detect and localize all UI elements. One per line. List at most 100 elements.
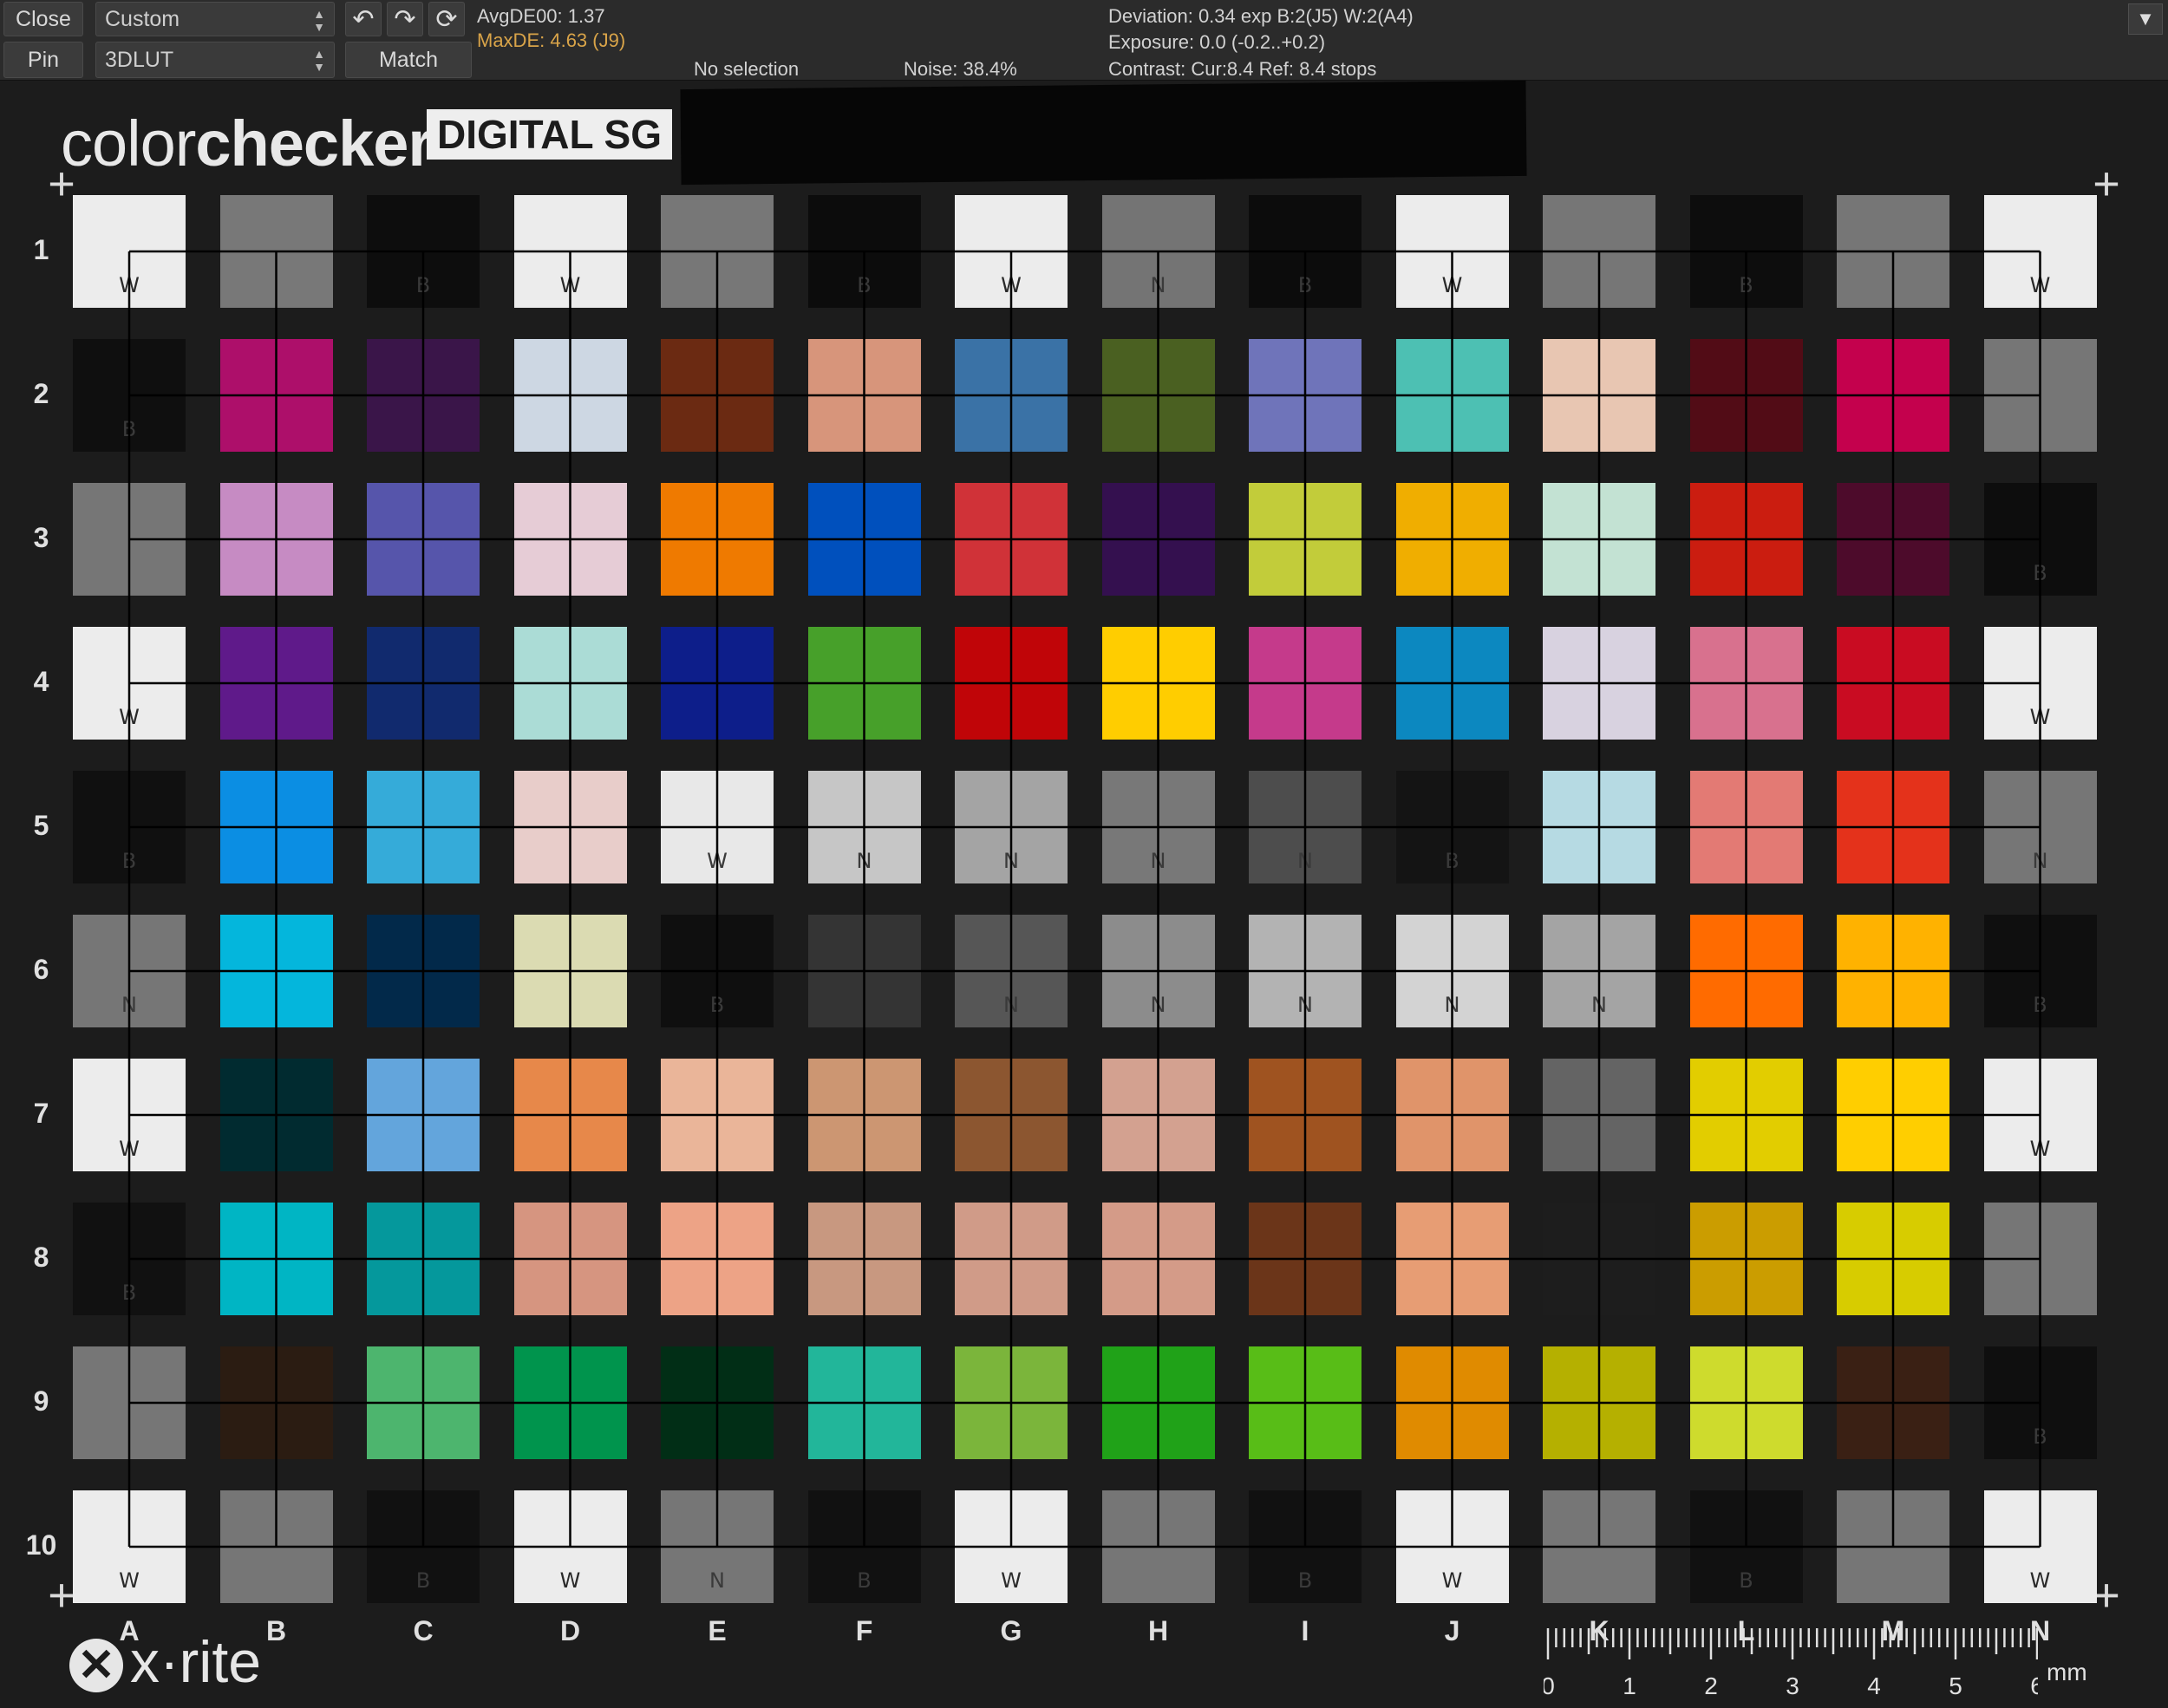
- color-patch-C9[interactable]: [367, 1346, 480, 1459]
- color-patch-E4[interactable]: [661, 627, 774, 740]
- color-patch-F7[interactable]: [807, 1059, 921, 1171]
- color-patch-L7[interactable]: [1689, 1059, 1803, 1171]
- color-patch-D9[interactable]: [513, 1346, 627, 1459]
- color-patch-J3[interactable]: [1395, 483, 1509, 596]
- dropdown-menu-icon[interactable]: ▼: [2128, 3, 2163, 35]
- color-patch-G6[interactable]: N: [955, 915, 1068, 1027]
- color-patch-A4[interactable]: W: [73, 627, 186, 740]
- color-patch-F1[interactable]: B: [807, 195, 921, 308]
- color-patch-J5[interactable]: B: [1395, 771, 1509, 883]
- color-patch-G9[interactable]: [955, 1346, 1068, 1459]
- color-patch-K2[interactable]: [1543, 339, 1655, 452]
- color-patch-J10[interactable]: W: [1395, 1490, 1509, 1603]
- color-patch-J6[interactable]: N: [1395, 915, 1509, 1027]
- color-patch-L8[interactable]: [1689, 1203, 1803, 1315]
- color-patch-J4[interactable]: [1395, 627, 1509, 740]
- color-patch-I7[interactable]: [1249, 1059, 1362, 1171]
- color-patch-I10[interactable]: B: [1249, 1490, 1362, 1603]
- close-button[interactable]: Close: [3, 2, 83, 36]
- color-patch-N3[interactable]: B: [1983, 483, 2097, 596]
- color-patch-H3[interactable]: [1101, 483, 1215, 596]
- color-patch-K1[interactable]: [1543, 195, 1655, 308]
- color-patch-I2[interactable]: [1249, 339, 1362, 452]
- color-patch-H6[interactable]: N: [1101, 915, 1215, 1027]
- color-patch-B7[interactable]: [219, 1059, 333, 1171]
- color-patch-J7[interactable]: [1395, 1059, 1509, 1171]
- color-patch-B5[interactable]: [219, 771, 333, 883]
- color-patch-B2[interactable]: [219, 339, 333, 452]
- color-patch-N7[interactable]: W: [1983, 1059, 2097, 1171]
- color-patch-A1[interactable]: W: [73, 195, 186, 308]
- color-patch-G2[interactable]: [955, 339, 1068, 452]
- color-patch-F9[interactable]: [807, 1346, 921, 1459]
- color-patch-G4[interactable]: [955, 627, 1068, 740]
- color-patch-D1[interactable]: W: [513, 195, 627, 308]
- color-patch-H2[interactable]: [1101, 339, 1215, 452]
- color-patch-K10[interactable]: [1543, 1490, 1655, 1603]
- color-patch-E2[interactable]: [661, 339, 774, 452]
- color-patch-D8[interactable]: [513, 1203, 627, 1315]
- color-patch-H7[interactable]: [1101, 1059, 1215, 1171]
- color-patch-M7[interactable]: [1837, 1059, 1949, 1171]
- color-patch-C8[interactable]: [367, 1203, 480, 1315]
- color-patch-F10[interactable]: B: [807, 1490, 921, 1603]
- color-patch-M5[interactable]: [1837, 771, 1949, 883]
- color-patch-M3[interactable]: [1837, 483, 1949, 596]
- color-patch-H8[interactable]: [1101, 1203, 1215, 1315]
- color-patch-E7[interactable]: [661, 1059, 774, 1171]
- color-patch-G10[interactable]: W: [955, 1490, 1068, 1603]
- color-patch-J8[interactable]: [1395, 1203, 1509, 1315]
- color-patch-E3[interactable]: [661, 483, 774, 596]
- color-patch-F5[interactable]: N: [807, 771, 921, 883]
- color-patch-E9[interactable]: [661, 1346, 774, 1459]
- color-patch-G7[interactable]: [955, 1059, 1068, 1171]
- color-patch-D2[interactable]: [513, 339, 627, 452]
- color-patch-I5[interactable]: N: [1249, 771, 1362, 883]
- pin-button[interactable]: Pin: [3, 42, 83, 78]
- color-patch-B4[interactable]: [219, 627, 333, 740]
- color-patch-A7[interactable]: W: [73, 1059, 186, 1171]
- color-patch-K5[interactable]: [1543, 771, 1655, 883]
- color-patch-N5[interactable]: N: [1983, 771, 2097, 883]
- profile-select[interactable]: Custom ▲ ▼: [95, 2, 335, 36]
- color-patch-N1[interactable]: W: [1983, 195, 2097, 308]
- color-patch-N4[interactable]: W: [1983, 627, 2097, 740]
- match-button[interactable]: Match: [345, 42, 472, 78]
- color-patch-F6[interactable]: [807, 915, 921, 1027]
- color-patch-A2[interactable]: B: [73, 339, 186, 452]
- color-patch-L5[interactable]: [1689, 771, 1803, 883]
- color-patch-E1[interactable]: [661, 195, 774, 308]
- color-patch-K7[interactable]: [1543, 1059, 1655, 1171]
- color-patch-J9[interactable]: [1395, 1346, 1509, 1459]
- color-patch-K9[interactable]: [1543, 1346, 1655, 1459]
- color-patch-L1[interactable]: B: [1689, 195, 1803, 308]
- color-patch-D4[interactable]: [513, 627, 627, 740]
- color-patch-D5[interactable]: [513, 771, 627, 883]
- color-patch-C4[interactable]: [367, 627, 480, 740]
- refresh-icon[interactable]: ⟳: [428, 2, 465, 36]
- color-patch-C5[interactable]: [367, 771, 480, 883]
- color-patch-B9[interactable]: [219, 1346, 333, 1459]
- color-patch-L10[interactable]: B: [1689, 1490, 1803, 1603]
- color-patch-M6[interactable]: [1837, 915, 1949, 1027]
- color-patch-F4[interactable]: [807, 627, 921, 740]
- color-patch-E10[interactable]: N: [661, 1490, 774, 1603]
- color-patch-E8[interactable]: [661, 1203, 774, 1315]
- color-patch-L2[interactable]: [1689, 339, 1803, 452]
- color-patch-C3[interactable]: [367, 483, 480, 596]
- color-patch-D6[interactable]: [513, 915, 627, 1027]
- color-patch-G3[interactable]: [955, 483, 1068, 596]
- color-patch-H1[interactable]: N: [1101, 195, 1215, 308]
- color-patch-A6[interactable]: N: [73, 915, 186, 1027]
- color-patch-I6[interactable]: N: [1249, 915, 1362, 1027]
- color-patch-C10[interactable]: B: [367, 1490, 480, 1603]
- color-patch-F8[interactable]: [807, 1203, 921, 1315]
- color-patch-A5[interactable]: B: [73, 771, 186, 883]
- color-patch-I3[interactable]: [1249, 483, 1362, 596]
- color-patch-I1[interactable]: B: [1249, 195, 1362, 308]
- color-patch-B3[interactable]: [219, 483, 333, 596]
- color-patch-B10[interactable]: [219, 1490, 333, 1603]
- color-patch-M1[interactable]: [1837, 195, 1949, 308]
- lut-select[interactable]: 3DLUT ▲ ▼: [95, 42, 335, 78]
- color-patch-I4[interactable]: [1249, 627, 1362, 740]
